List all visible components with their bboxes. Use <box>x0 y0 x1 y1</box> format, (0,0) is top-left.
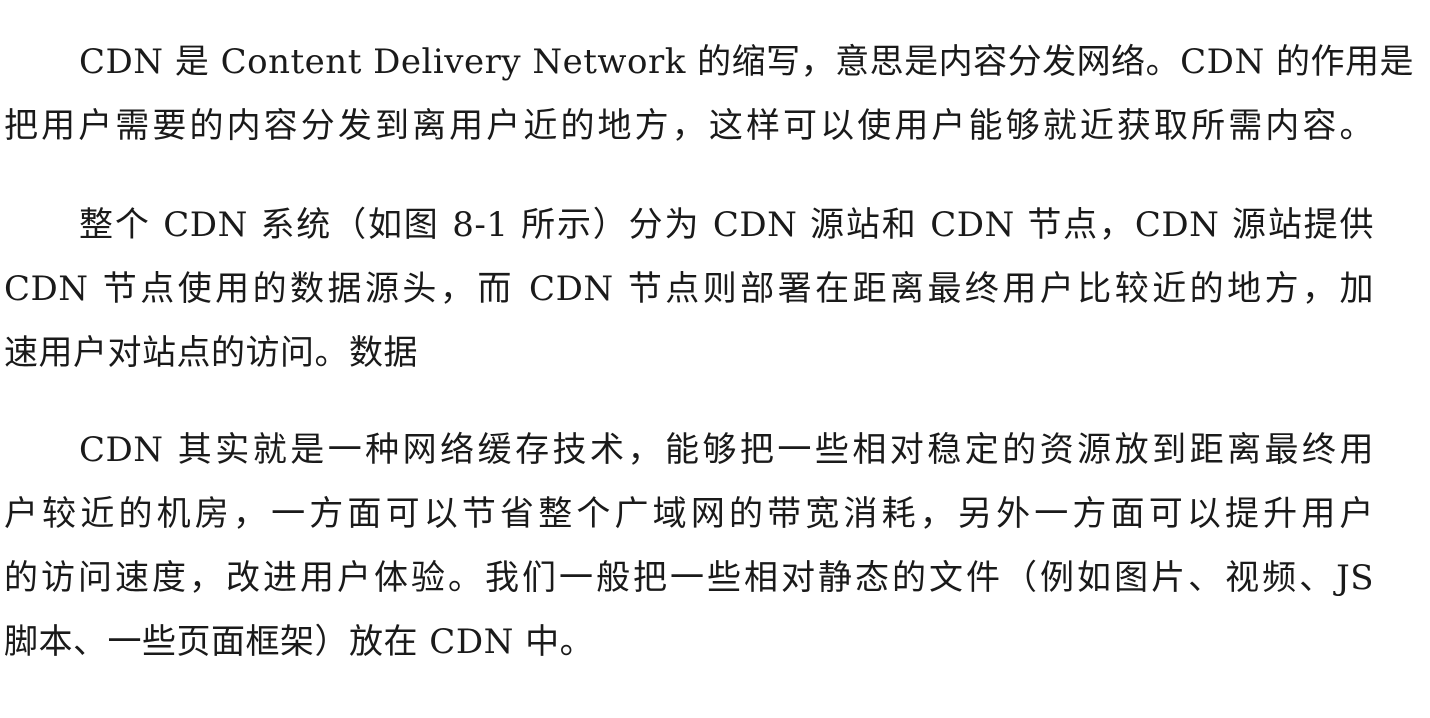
text-line: 脚本、一些页面框架）放在 CDN 中。 <box>4 622 595 662</box>
text-line: 把用户需要的内容分发到离用户近的地方，这样可以使用户能够就近获取所需内容。 <box>4 106 1374 146</box>
text-line: CDN 节点使用的数据源头，而 CDN 节点则部署在距离最终用户比较近的地方，加 <box>4 269 1374 309</box>
text-line: CDN 是 Content Delivery Network 的缩写，意思是内容… <box>79 42 1415 82</box>
paragraph-cdn-definition: CDN 是 Content Delivery Network 的缩写，意思是内容… <box>4 30 1415 158</box>
text-line: 整个 CDN 系统（如图 8-1 所示）分为 CDN 源站和 CDN 节点，CD… <box>79 205 1374 245</box>
text-line: 速用户对站点的访问。数据 <box>4 333 418 373</box>
paragraph-cdn-cache: CDN 其实就是一种网络缓存技术，能够把一些相对稳定的资源放到距离最终用 户较近… <box>4 418 1374 674</box>
paragraph-cdn-system: 整个 CDN 系统（如图 8-1 所示）分为 CDN 源站和 CDN 节点，CD… <box>4 193 1374 385</box>
document-page: CDN 是 Content Delivery Network 的缩写，意思是内容… <box>0 0 1430 718</box>
text-line: 户较近的机房，一方面可以节省整个广域网的带宽消耗，另外一方面可以提升用户 <box>4 494 1374 534</box>
text-line: 的访问速度，改进用户体验。我们一般把一些相对静态的文件（例如图片、视频、JS <box>4 558 1374 598</box>
text-line: CDN 其实就是一种网络缓存技术，能够把一些相对稳定的资源放到距离最终用 <box>79 430 1374 470</box>
